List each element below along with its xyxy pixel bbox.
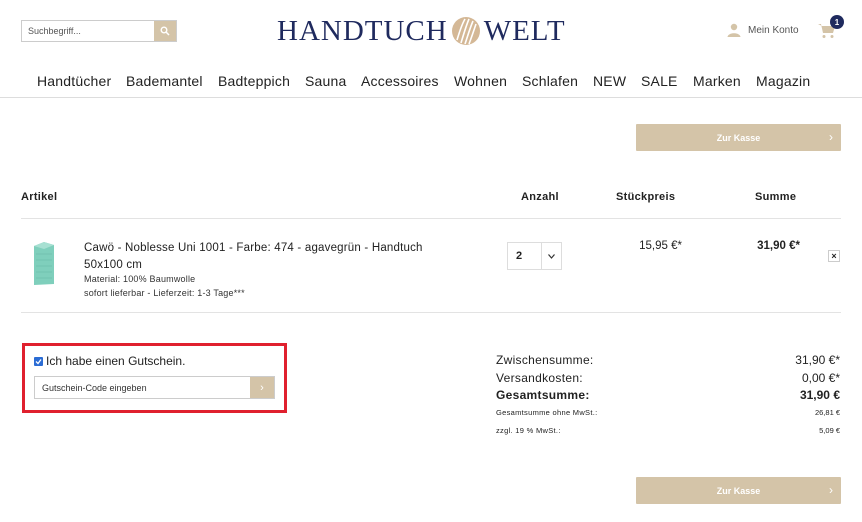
shipping-label: Versandkosten: (496, 371, 583, 385)
voucher-label: Ich habe einen Gutschein. (46, 354, 186, 368)
main-nav: Handtücher Bademantel Badteppich Sauna A… (0, 73, 862, 98)
logo-text-right: WELT (483, 14, 566, 47)
nav-item-schlafen[interactable]: Schlafen (522, 73, 578, 89)
grand-total-label: Gesamtsumme: (496, 388, 590, 402)
chevron-down-icon (541, 243, 561, 269)
nav-item-badteppich[interactable]: Badteppich (218, 73, 290, 89)
user-icon (727, 23, 741, 37)
checkout-button-bottom[interactable]: Zur Kasse › (636, 477, 841, 504)
nav-item-accessoires[interactable]: Accessoires (361, 73, 439, 89)
product-delivery: sofort lieferbar - Lieferzeit: 1-3 Tage*… (84, 288, 245, 298)
account-label: Mein Konto (748, 24, 799, 36)
nav-item-wohnen[interactable]: Wohnen (454, 73, 507, 89)
net-total-label: Gesamtsumme ohne MwSt.: (496, 408, 598, 417)
logo-text-left: HANDTUCH (277, 14, 448, 47)
vat-label: zzgl. 19 % MwSt.: (496, 426, 561, 435)
line-total: 31,90 €* (757, 240, 800, 252)
logo-mark-icon (451, 17, 480, 45)
shipping-value: 0,00 €* (801, 371, 840, 385)
divider (21, 218, 841, 219)
search-icon (160, 26, 170, 36)
voucher-code-input[interactable] (35, 377, 250, 398)
cart-button[interactable]: 1 (818, 15, 844, 41)
nav-item-bademantel[interactable]: Bademantel (126, 73, 203, 89)
column-header-quantity: Anzahl (521, 191, 559, 203)
column-header-article: Artikel (21, 191, 58, 203)
product-image[interactable] (32, 240, 56, 286)
search-input[interactable] (22, 21, 154, 41)
subtotal-value: 31,90 €* (795, 353, 840, 367)
quantity-select[interactable]: 2 (507, 242, 562, 270)
product-name[interactable]: Cawö - Noblesse Uni 1001 - Farbe: 474 - … (84, 240, 464, 274)
nav-item-magazin[interactable]: Magazin (756, 73, 810, 89)
product-material: Material: 100% Baumwolle (84, 274, 196, 284)
checkmark-icon (35, 358, 42, 364)
nav-item-sale[interactable]: SALE (641, 73, 678, 89)
nav-item-handtuecher[interactable]: Handtücher (37, 73, 111, 89)
chevron-right-icon: › (829, 483, 833, 497)
subtotal-label: Zwischensumme: (496, 353, 594, 367)
chevron-right-icon: › (829, 130, 833, 144)
checkout-button-top[interactable]: Zur Kasse › (636, 124, 841, 151)
net-total-value: 26,81 € (814, 408, 840, 417)
divider (21, 312, 841, 313)
checkout-button-label: Zur Kasse (716, 485, 761, 496)
unit-price: 15,95 €* (639, 240, 682, 252)
search-bar (21, 20, 177, 42)
account-link[interactable]: Mein Konto (727, 23, 799, 37)
grand-total-value: 31,90 € (799, 388, 840, 402)
voucher-checkbox[interactable] (34, 356, 43, 366)
column-header-unit-price: Stückpreis (616, 191, 676, 203)
nav-item-sauna[interactable]: Sauna (305, 73, 346, 89)
logo[interactable]: HANDTUCH WELT (277, 13, 566, 49)
voucher-checkbox-row[interactable]: Ich habe einen Gutschein. (34, 354, 185, 368)
quantity-value: 2 (516, 250, 523, 262)
column-header-total: Summe (755, 191, 797, 203)
voucher-submit-button[interactable]: › (250, 377, 274, 398)
nav-item-new[interactable]: NEW (593, 73, 626, 89)
search-button[interactable] (154, 21, 176, 41)
vat-value: 5,09 € (819, 426, 840, 435)
remove-item-button[interactable]: × (828, 250, 840, 262)
cart-count-badge: 1 (830, 15, 844, 29)
checkout-button-label: Zur Kasse (716, 132, 761, 143)
nav-item-marken[interactable]: Marken (693, 73, 741, 89)
voucher-field: › (34, 376, 275, 399)
